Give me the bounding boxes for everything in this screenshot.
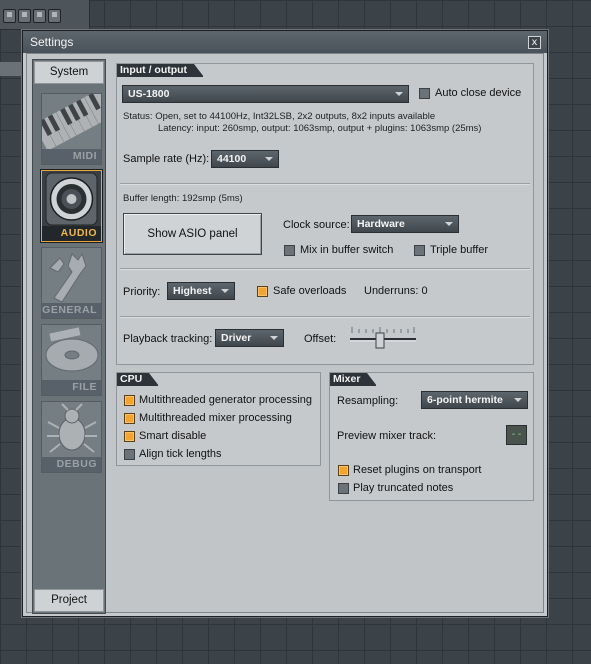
close-button[interactable]: x [528,36,541,49]
smart-disable-checkbox[interactable] [124,431,135,442]
sidebar-item-label: AUDIO [42,226,101,241]
priority-dropdown[interactable]: Highest [167,282,235,300]
underruns-text: Underruns: 0 [364,285,428,297]
option-label: Smart disable [139,430,207,442]
status-text: Status: Open, set to 44100Hz, Int32LSB, … [123,111,436,122]
piano-keys-icon [42,94,101,150]
dropdown-value: 6-point hermite [427,394,503,406]
option-label: Multithreaded generator processing [139,394,313,406]
sidebar-item-debug[interactable]: DEBUG [41,401,102,473]
window-title: Settings [30,35,74,49]
sidebar-item-label: DEBUG [42,457,101,472]
option-label: Reset plugins on transport [353,464,482,476]
dropdown-value: Hardware [357,218,405,230]
host-button[interactable] [18,9,31,23]
tab-system[interactable]: System [34,61,104,84]
sidebar-item-label: FILE [42,380,101,395]
disc-icon [42,325,101,381]
align-tick-lengths-checkbox[interactable] [124,449,135,460]
sidebar-item-file[interactable]: FILE [41,324,102,396]
clock-source-dropdown[interactable]: Hardware [351,215,459,233]
host-button[interactable] [48,9,61,23]
offset-slider[interactable] [349,323,417,351]
sidebar-item-label: MIDI [42,149,101,164]
title-bar[interactable]: Settings x [23,31,547,53]
chevron-down-icon [445,222,453,226]
host-toolbar [0,0,90,30]
preview-mixer-track-label: Preview mixer track: [337,430,437,442]
buffer-length-text: Buffer length: 192smp (5ms) [123,193,243,204]
playback-tracking-dropdown[interactable]: Driver [215,329,284,347]
mix-in-buffer-switch-checkbox[interactable] [284,245,295,256]
dropdown-value: 44100 [217,153,247,165]
chevron-down-icon [270,336,278,340]
sidebar-item-audio[interactable]: AUDIO [41,170,102,242]
cpu-panel: CPU Multithreaded generator processing M… [116,372,321,466]
settings-window: Settings x System MIDI AUDIO GENERAL FIL… [22,30,548,617]
chevron-down-icon [514,398,522,402]
triple-buffer-label: Triple buffer [430,244,489,256]
latency-text: Latency: input: 260smp, output: 1063smp,… [158,123,482,134]
panel-header: Mixer [330,373,378,386]
multithreaded-generator-checkbox[interactable] [124,395,135,406]
auto-close-device-checkbox[interactable] [419,88,430,99]
chevron-down-icon [395,92,403,96]
preview-mixer-track-selector[interactable]: -- [506,425,527,445]
tab-project[interactable]: Project [34,589,104,612]
dropdown-value: US-1800 [128,88,170,100]
panel-header: CPU [117,373,160,386]
divider [120,183,530,185]
resampling-label: Resampling: [337,395,399,407]
play-truncated-notes-checkbox[interactable] [338,483,349,494]
dropdown-value: Driver [221,332,252,344]
divider [120,316,530,318]
category-sidebar: System MIDI AUDIO GENERAL FILE DEBUG Pro… [32,59,106,614]
wrench-icon [42,248,101,304]
divider [120,268,530,270]
clock-source-label: Clock source: [283,219,350,231]
dropdown-value: Highest [173,285,212,297]
option-label: Multithreaded mixer processing [139,412,292,424]
safe-overloads-label: Safe overloads [273,285,347,297]
host-panel-edge [0,62,24,76]
host-button[interactable] [33,9,46,23]
multithreaded-mixer-checkbox[interactable] [124,413,135,424]
auto-close-device-label: Auto close device [435,87,522,99]
resampling-dropdown[interactable]: 6-point hermite [421,391,528,409]
chevron-down-icon [265,157,273,161]
option-label: Play truncated notes [353,482,454,494]
offset-label: Offset: [304,333,337,345]
priority-label: Priority: [123,286,161,298]
sidebar-item-midi[interactable]: MIDI [41,93,102,165]
safe-overloads-checkbox[interactable] [257,286,268,297]
bug-icon [42,402,101,458]
settings-body: System MIDI AUDIO GENERAL FILE DEBUG Pro… [26,53,544,614]
triple-buffer-checkbox[interactable] [414,245,425,256]
mix-in-buffer-switch-label: Mix in buffer switch [300,244,394,256]
show-asio-panel-button[interactable]: Show ASIO panel [123,213,262,255]
playback-tracking-label: Playback tracking: [123,333,213,345]
panel-header: Input / output [117,64,205,77]
sidebar-item-general[interactable]: GENERAL [41,247,102,319]
audio-device-dropdown[interactable]: US-1800 [122,85,409,103]
chevron-down-icon [221,289,229,293]
sample-rate-dropdown[interactable]: 44100 [211,150,279,168]
speaker-icon [42,171,101,227]
sidebar-item-label: GENERAL [42,303,101,318]
mixer-panel: Mixer Resampling: 6-point hermite Previe… [329,372,534,501]
option-label: Align tick lengths [139,448,222,460]
sample-rate-label: Sample rate (Hz): [123,153,210,165]
input-output-panel: Input / output US-1800 Auto close device… [116,63,534,365]
reset-plugins-checkbox[interactable] [338,465,349,476]
host-button[interactable] [3,9,16,23]
